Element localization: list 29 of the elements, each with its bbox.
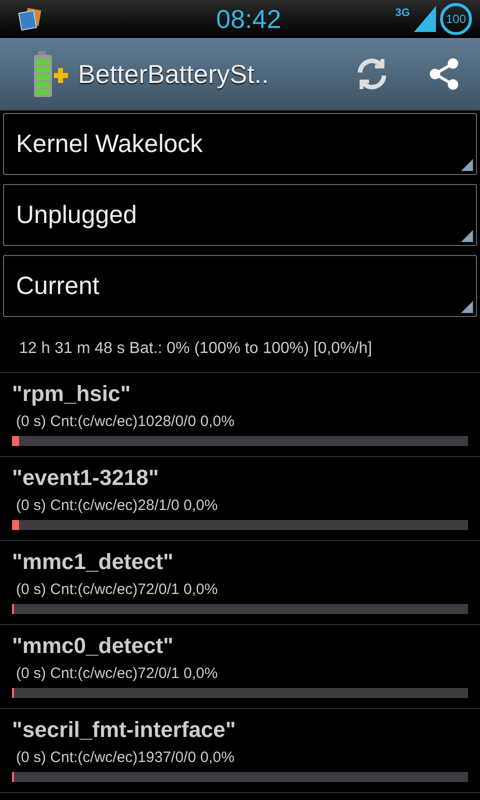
gallery-icon [18,7,42,31]
battery-plus-icon [32,51,68,97]
dropdown-corner-icon [461,301,473,313]
wakelock-detail: (0 s) Cnt:(c/wc/ec)72/0/1 0,0% [16,665,219,682]
dropdown-corner-icon [461,230,473,242]
app-title: BetterBatterySt.. [78,58,270,90]
wakelock-row[interactable]: "mmc0_detect" (0 s) Cnt:(c/wc/ec)72/0/1 0,0% [0,625,480,709]
wakelock-row[interactable]: "secril_fmt-interface" (0 s) Cnt:(c/wc/ec)1937/0/0 0,0% [0,709,480,793]
wakelock-name: "rpm_hsic" [12,381,132,407]
wakelock-name: "mmc1_detect" [12,549,174,575]
dropdown[interactable]: Unplugged [3,184,477,246]
dropdown[interactable]: Current [3,255,477,317]
network-type: 3G [395,7,410,19]
summary-text: 12 h 31 m 48 s Bat.: 0% (100% to 100%) [0,0%/h] [0,326,480,373]
wakelock-name: "event1-3218" [12,465,160,491]
wakelock-detail: (0 s) Cnt:(c/wc/ec)1028/0/0 0,0% [16,413,236,430]
signal-icon [414,6,436,32]
wakelock-row[interactable]: "rpm_hsic" (0 s) Cnt:(c/wc/ec)1028/0/0 0,0% [0,373,480,457]
dropdown[interactable]: Kernel Wakelock [3,113,477,175]
battery-indicator: 100 [440,3,472,35]
dropdown-corner-icon [461,159,473,171]
wakelock-row[interactable]: "mmc1_detect" (0 s) Cnt:(c/wc/ec)72/0/1 0,0% [0,541,480,625]
wakelock-name: "mmc0_detect" [12,633,174,659]
clock: 08:42 [216,4,282,34]
wakelock-row[interactable]: "event1-3218" (0 s) Cnt:(c/wc/ec)28/1/0 0,0% [0,457,480,541]
wakelock-detail: (0 s) Cnt:(c/wc/ec)72/0/1 0,0% [16,581,219,598]
wakelock-detail: (0 s) Cnt:(c/wc/ec)28/1/0 0,0% [16,497,219,514]
wakelock-detail: (0 s) Cnt:(c/wc/ec)1937/0/0 0,0% [16,749,236,766]
wakelock-name: "secril_fmt-interface" [12,717,237,743]
